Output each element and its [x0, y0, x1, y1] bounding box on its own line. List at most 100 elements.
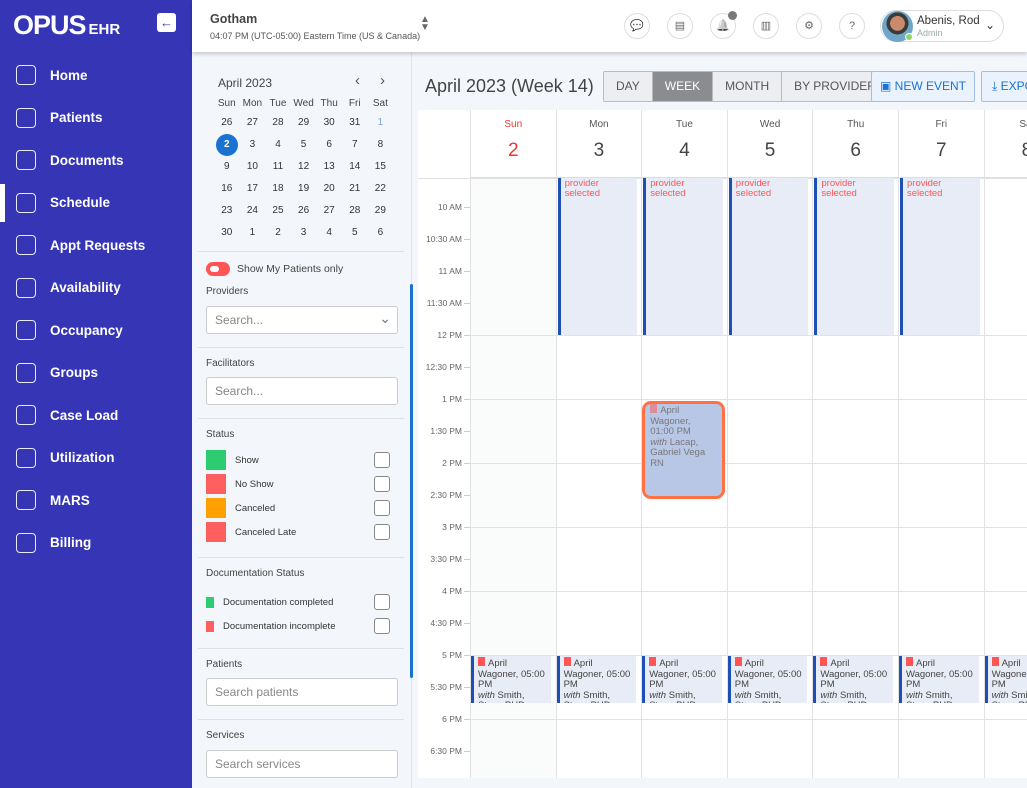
status-checkbox[interactable]: [374, 476, 390, 492]
mini-calendar-day[interactable]: 20: [316, 178, 342, 200]
status-checkbox[interactable]: [374, 524, 390, 540]
mini-calendar-day[interactable]: 24: [240, 200, 266, 222]
provider-availability-block[interactable]: provider selected: [557, 178, 638, 335]
status-filter[interactable]: Canceled Late: [206, 522, 390, 542]
bell-icon[interactable]: 🔔: [710, 11, 737, 39]
mini-calendar-day[interactable]: 2: [265, 222, 291, 244]
export-button[interactable]: ⤓ EXPORT: [981, 71, 1027, 102]
mini-calendar-day[interactable]: 28: [265, 112, 291, 134]
appointment[interactable]: April Wagoner, 05:00 PMwith Smith, Steve…: [984, 656, 1027, 703]
help-icon[interactable]: ?: [839, 13, 865, 39]
day-header-tue[interactable]: Tue 4: [641, 110, 727, 178]
provider-availability-block[interactable]: provider selected: [728, 178, 809, 335]
appointment[interactable]: April Wagoner, 05:00 PMwith Smith, Steve…: [471, 656, 551, 703]
provider-availability-block[interactable]: provider selected: [900, 178, 980, 335]
mini-calendar-day[interactable]: 28: [342, 200, 368, 222]
mini-calendar-day[interactable]: 29: [291, 112, 317, 134]
services-search-input[interactable]: Search services: [206, 750, 398, 778]
status-checkbox[interactable]: [374, 500, 390, 516]
sidebar-item-billing[interactable]: Billing: [0, 522, 192, 565]
status-filter[interactable]: Canceled: [206, 498, 390, 518]
mini-calendar-day[interactable]: 29: [368, 200, 394, 222]
providers-select[interactable]: Search... ⌄: [206, 306, 398, 334]
view-month-button[interactable]: MONTH: [713, 72, 783, 101]
prev-month-button[interactable]: ‹: [355, 72, 360, 89]
doc-status-filter[interactable]: Documentation completed: [206, 592, 390, 612]
location-selector[interactable]: Gotham 04:07 PM (UTC-05:00) Eastern Time …: [210, 12, 420, 44]
day-header-fri[interactable]: Fri 7: [898, 110, 984, 178]
location-sort-icon[interactable]: ▲ ▼: [420, 15, 430, 33]
mini-calendar-day[interactable]: 26: [291, 200, 317, 222]
day-header-sat[interactable]: Sat8: [983, 110, 1027, 178]
mini-calendar-day[interactable]: 19: [291, 178, 317, 200]
mini-calendar-day[interactable]: 14: [342, 156, 368, 178]
mini-calendar-day[interactable]: 4: [316, 222, 342, 244]
mini-calendar-day[interactable]: 13: [316, 156, 342, 178]
next-month-button[interactable]: ›: [380, 72, 385, 89]
status-filter[interactable]: No Show: [206, 474, 390, 494]
mini-calendar-day[interactable]: 7: [342, 134, 368, 156]
day-header-mon[interactable]: Mon 3: [555, 110, 642, 178]
mini-calendar-day[interactable]: 3: [240, 134, 266, 156]
doc-status-filter[interactable]: Documentation incomplete: [206, 616, 390, 636]
sidebar-item-patients[interactable]: Patients: [0, 97, 192, 140]
sidebar-item-case-load[interactable]: Case Load: [0, 394, 192, 437]
sidebar-item-utilization[interactable]: Utilization: [0, 437, 192, 480]
patients-search-input[interactable]: Search patients: [206, 678, 398, 706]
doc-status-checkbox[interactable]: [374, 594, 390, 610]
mini-calendar-day[interactable]: 6: [316, 134, 342, 156]
mini-calendar-day[interactable]: 17: [240, 178, 266, 200]
day-header-wed[interactable]: Wed 5: [726, 110, 813, 178]
sidebar-item-availability[interactable]: Availability: [0, 267, 192, 310]
collapse-sidebar-button[interactable]: ←: [157, 13, 176, 32]
mini-calendar-day[interactable]: 5: [342, 222, 368, 244]
mini-calendar-day[interactable]: 6: [368, 222, 394, 244]
user-menu[interactable]: Abenis, Rod Admin ⌄: [880, 10, 1004, 42]
clipboard-icon[interactable]: ▥: [753, 13, 779, 39]
sidebar-item-schedule[interactable]: Schedule: [0, 182, 192, 225]
appointment[interactable]: April Wagoner, 05:00 PMwith Smith, Steve…: [556, 656, 637, 703]
mini-calendar-day[interactable]: 8: [368, 134, 394, 156]
appointment[interactable]: April Wagoner, 05:00 PMwith Smith, Steve…: [727, 656, 808, 703]
book-icon[interactable]: ▤: [667, 13, 693, 39]
mini-calendar-day[interactable]: 9: [214, 156, 240, 178]
mini-calendar-day[interactable]: 15: [368, 156, 394, 178]
day-header-sun[interactable]: Sun 2: [470, 110, 556, 178]
mini-calendar-day[interactable]: 18: [265, 178, 291, 200]
mini-calendar-day[interactable]: 27: [240, 112, 266, 134]
mini-calendar-day[interactable]: 10: [240, 156, 266, 178]
appointment-selected[interactable]: April Wagoner, 01:00 PM with Lacap, Gabri…: [642, 401, 725, 499]
appointment[interactable]: April Wagoner, 05:00 PMwith Smith, Steve…: [642, 656, 722, 703]
sidebar-item-groups[interactable]: Groups: [0, 352, 192, 395]
facilitators-input[interactable]: Search...: [206, 377, 398, 405]
chat-icon[interactable]: 💬: [624, 13, 650, 39]
mini-calendar-day[interactable]: 27: [316, 200, 342, 222]
mini-calendar-day[interactable]: 30: [214, 222, 240, 244]
view-day-button[interactable]: DAY: [604, 72, 653, 101]
mini-calendar-day[interactable]: 25: [265, 200, 291, 222]
provider-availability-block[interactable]: provider selected: [643, 178, 723, 335]
status-filter[interactable]: Show: [206, 450, 390, 470]
sidebar-item-mars[interactable]: MARS: [0, 479, 192, 522]
provider-availability-block[interactable]: provider selected: [814, 178, 894, 335]
view-week-button[interactable]: WEEK: [652, 72, 714, 101]
appointment[interactable]: April Wagoner, 05:00 PMwith Smith, Steve…: [813, 656, 893, 703]
mini-calendar-day[interactable]: 21: [342, 178, 368, 200]
appointment[interactable]: April Wagoner, 05:00 PMwith Smith, Steve…: [899, 656, 979, 703]
show-my-patients-toggle[interactable]: [206, 262, 230, 276]
new-event-button[interactable]: ▣ NEW EVENT: [871, 71, 975, 102]
gear-icon[interactable]: ⚙: [796, 13, 822, 39]
mini-calendar-day[interactable]: 1: [240, 222, 266, 244]
day-header-thu[interactable]: Thu 6: [812, 110, 898, 178]
sidebar-item-home[interactable]: Home: [0, 54, 192, 97]
mini-calendar-day[interactable]: 3: [291, 222, 317, 244]
sidebar-item-occupancy[interactable]: Occupancy: [0, 309, 192, 352]
mini-calendar-day[interactable]: 22: [368, 178, 394, 200]
doc-status-checkbox[interactable]: [374, 618, 390, 634]
sidebar-item-appt-requests[interactable]: Appt Requests: [0, 224, 192, 267]
mini-calendar-day[interactable]: 11: [265, 156, 291, 178]
mini-calendar-day[interactable]: 4: [265, 134, 291, 156]
mini-calendar-day[interactable]: 12: [291, 156, 317, 178]
mini-calendar-day[interactable]: 1: [368, 112, 394, 134]
mini-calendar-day[interactable]: 26: [214, 112, 240, 134]
